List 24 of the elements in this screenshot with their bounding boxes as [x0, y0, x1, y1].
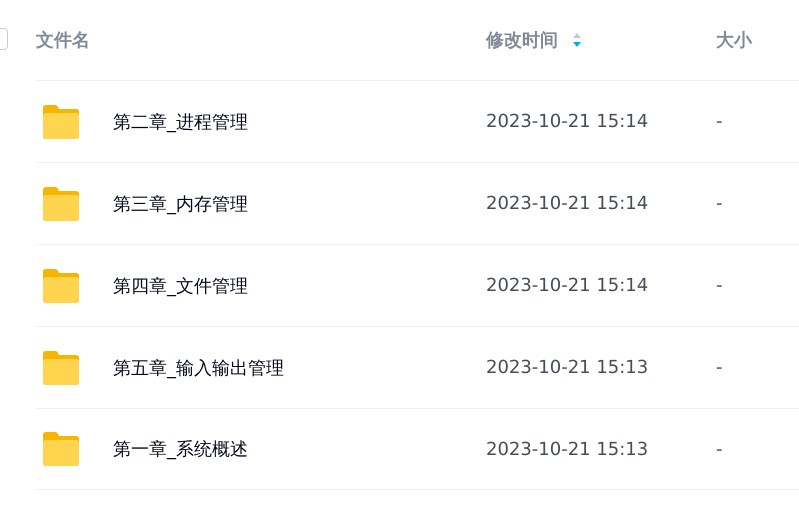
folder-icon — [41, 350, 81, 386]
modified-time: 2023-10-21 15:13 — [486, 357, 650, 378]
file-name[interactable]: 第四章_文件管理 — [113, 274, 248, 298]
column-header[interactable]: 修改时间 — [486, 28, 558, 52]
folder-icon — [41, 431, 81, 467]
file-size: - — [716, 275, 722, 296]
file-size: - — [716, 438, 722, 460]
modified-time: 2023-10-21 15:14 — [486, 275, 650, 296]
folder-icon — [41, 186, 81, 222]
folder-icon — [41, 268, 81, 304]
modified-time: 2023-10-21 15:13 — [486, 438, 650, 460]
file-name[interactable]: 第一章_系统概述 — [113, 437, 248, 461]
file-size: - — [716, 193, 722, 214]
file-size: - — [716, 111, 722, 132]
column-header[interactable]: 大小 — [716, 28, 752, 52]
file-size: - — [716, 357, 722, 378]
sort-icon[interactable] — [572, 32, 582, 48]
file-name[interactable]: 第五章_输入输出管理 — [113, 356, 284, 380]
modified-time: 2023-10-21 15:14 — [486, 111, 650, 132]
folder-icon — [41, 104, 81, 140]
file-name[interactable]: 第三章_内存管理 — [113, 192, 248, 216]
file-name[interactable]: 第二章_进程管理 — [113, 110, 248, 134]
column-header[interactable]: 文件名 — [36, 28, 90, 52]
modified-time: 2023-10-21 15:14 — [486, 193, 650, 214]
